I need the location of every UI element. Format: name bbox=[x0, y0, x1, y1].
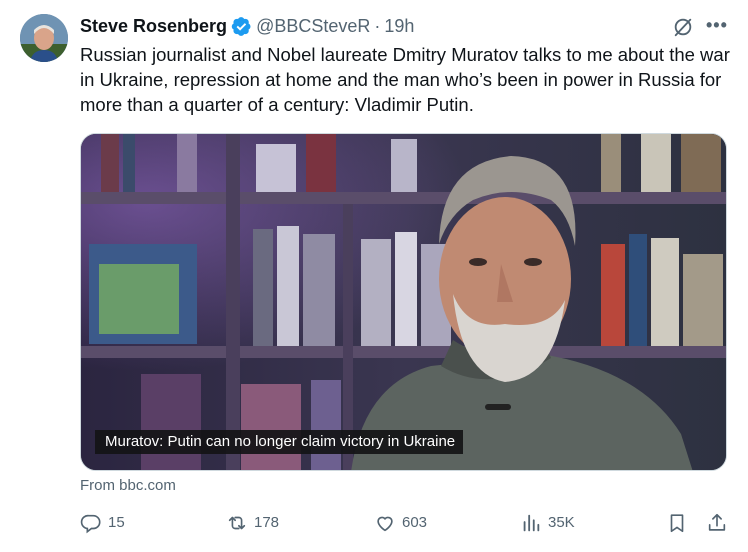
tweet-text: Russian journalist and Nobel laureate Dm… bbox=[80, 44, 730, 115]
video-frame-image bbox=[81, 134, 726, 470]
action-bar: 15 178 603 35K bbox=[80, 512, 730, 538]
bookmark-icon bbox=[670, 514, 684, 533]
like-button[interactable]: 603 bbox=[374, 512, 427, 534]
timestamp[interactable]: 19h bbox=[384, 16, 414, 37]
tweet-header: Steve Rosenberg @BBCSteveR · 19h bbox=[80, 14, 414, 38]
repost-button[interactable]: 178 bbox=[226, 512, 279, 534]
views-icon bbox=[523, 514, 540, 532]
views-count: 35K bbox=[548, 514, 575, 531]
repost-count: 178 bbox=[254, 514, 280, 531]
video-caption: Muratov: Putin can no longer claim victo… bbox=[95, 430, 464, 454]
link-source[interactable]: From bbc.com bbox=[80, 477, 176, 494]
reply-button[interactable]: 15 bbox=[80, 512, 125, 534]
reply-count: 15 bbox=[108, 514, 125, 531]
author-name[interactable]: Steve Rosenberg bbox=[80, 16, 227, 37]
like-count: 603 bbox=[402, 514, 428, 531]
reply-icon bbox=[80, 514, 101, 534]
share-button[interactable] bbox=[706, 512, 734, 534]
views-button[interactable]: 35K bbox=[520, 512, 575, 534]
video-thumbnail[interactable]: Muratov: Putin can no longer claim victo… bbox=[80, 133, 727, 471]
verified-badge-icon bbox=[231, 16, 251, 36]
bookmark-button[interactable] bbox=[666, 512, 694, 534]
grok-icon[interactable] bbox=[672, 16, 694, 38]
like-icon bbox=[377, 516, 393, 532]
repost-icon bbox=[228, 516, 246, 530]
share-icon bbox=[708, 513, 726, 531]
separator-dot: · bbox=[374, 15, 381, 36]
author-handle[interactable]: @BBCSteveR bbox=[256, 16, 370, 37]
avatar[interactable] bbox=[20, 14, 68, 62]
more-icon[interactable]: ••• bbox=[706, 15, 728, 36]
